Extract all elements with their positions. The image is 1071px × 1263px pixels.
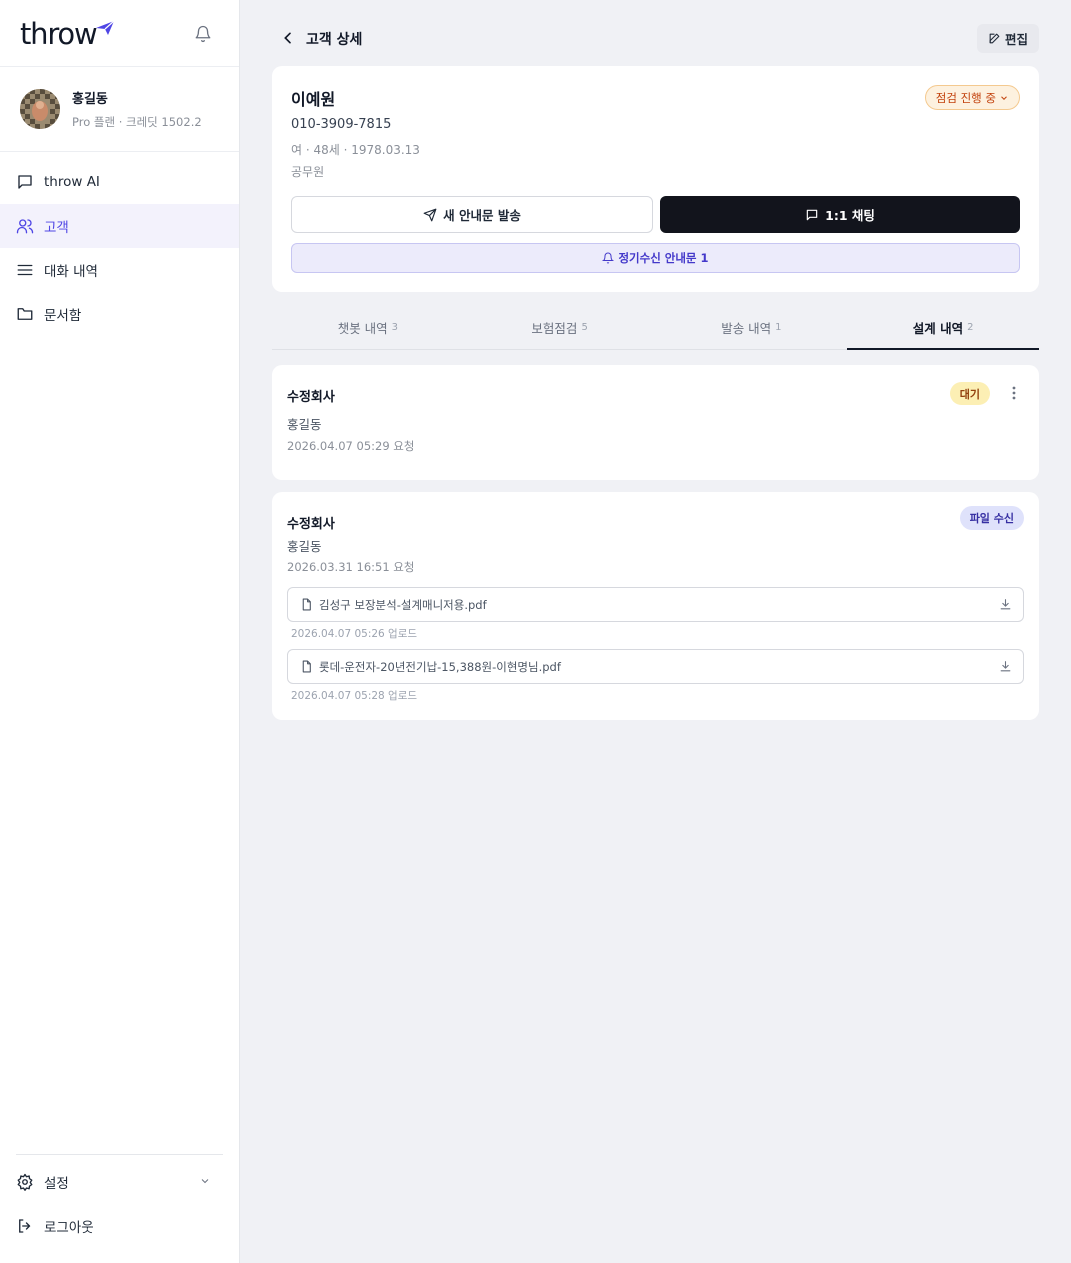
file-row[interactable]: 김성구 보장분석-설계매니저용.pdf — [287, 587, 1024, 622]
sidebar: throw 홍길동 Pro 플랜 · 크레딧 1502.2 throw AI 고… — [0, 0, 240, 1263]
customer-job: 공무원 — [291, 165, 325, 179]
sidebar-item-throw-ai[interactable]: throw AI — [0, 160, 239, 204]
file-upload-date: 2026.04.07 05:28 업로드 — [291, 690, 418, 702]
edit-label: 편집 — [1004, 32, 1028, 47]
brand-row: throw — [0, 0, 239, 67]
tab-count: 2 — [967, 322, 974, 333]
chat-icon — [806, 209, 818, 220]
customer-phone: 010-3909-7815 — [291, 117, 392, 132]
back-chevron-icon[interactable] — [280, 30, 296, 46]
status-label: 점검 진행 중 — [935, 90, 996, 105]
chevron-down-icon — [1001, 95, 1007, 100]
logo[interactable]: throw — [20, 17, 98, 51]
more-menu-icon[interactable] — [1012, 386, 1016, 400]
chevron-down-icon — [201, 1179, 209, 1184]
tab-label: 챗봇 내역 — [337, 321, 388, 336]
customer-card: 이예원 점검 진행 중 010-3909-7815 여 · 48세 · 1978… — [272, 66, 1039, 292]
design-requester: 홍길동 — [287, 539, 322, 554]
tab-label: 발송 내역 — [721, 321, 772, 336]
logout-label: 로그아웃 — [44, 1220, 94, 1236]
sidebar-item-label: 문서함 — [44, 308, 82, 324]
status-dropdown[interactable]: 점검 진행 중 — [924, 85, 1020, 110]
tab-sent[interactable]: 발송 내역 1 — [656, 306, 848, 349]
regular-notice-button[interactable]: 정기수신 안내문 1 — [291, 243, 1020, 273]
folder-icon — [17, 308, 33, 320]
send-icon — [423, 208, 437, 221]
edit-button[interactable]: 편집 — [977, 24, 1039, 53]
tab-insurance-check[interactable]: 보험점검 5 — [464, 306, 656, 349]
tab-count: 5 — [581, 322, 588, 333]
profile-name: 홍길동 — [72, 92, 108, 107]
profile[interactable] — [0, 67, 239, 152]
tab-label: 보험점검 — [531, 321, 578, 336]
sidebar-item-documents[interactable]: 문서함 — [0, 292, 239, 336]
profile-plan: Pro 플랜 · 크레딧 1502.2 — [72, 115, 202, 129]
tab-bar: 챗봇 내역 3 보험점검 5 발송 내역 1 설계 내역 2 — [272, 306, 1039, 350]
file-upload-date: 2026.04.07 05:26 업로드 — [291, 628, 418, 640]
bell-icon[interactable] — [194, 25, 212, 43]
sidebar-item-label: 대화 내역 — [44, 264, 98, 280]
design-card[interactable]: 수정회사 파일 수신 홍길동 2026.03.31 16:51 요청 김성구 보… — [272, 492, 1039, 720]
tab-label: 설계 내역 — [912, 321, 964, 336]
chat-icon — [18, 175, 32, 189]
chat-label: 1:1 채팅 — [825, 208, 875, 223]
logo-arrow-icon — [96, 20, 115, 35]
tab-count: 3 — [391, 322, 399, 333]
gear-icon — [17, 1173, 33, 1191]
send-notice-button[interactable]: 새 안내문 발송 — [291, 196, 653, 233]
page-title: 고객 상세 — [306, 32, 363, 48]
users-icon — [16, 219, 34, 234]
file-name: 김성구 보장분석-설계매니저용.pdf — [319, 597, 487, 612]
status-badge: 대기 — [949, 382, 990, 405]
tab-designs[interactable]: 설계 내역 2 — [847, 306, 1039, 350]
design-request-date: 2026.03.31 16:51 요청 — [287, 560, 415, 574]
edit-icon — [989, 33, 1000, 44]
customer-info: 여 · 48세 · 1978.03.13 — [291, 143, 420, 157]
avatar — [20, 89, 60, 129]
download-icon[interactable] — [999, 598, 1012, 611]
settings-label: 설정 — [44, 1176, 69, 1192]
design-request-date: 2026.04.07 05:29 요청 — [287, 439, 415, 453]
design-title: 수정회사 — [287, 517, 335, 532]
sidebar-item-customers[interactable]: 고객 — [0, 204, 239, 248]
customer-name: 이예원 — [291, 90, 336, 109]
design-title: 수정회사 — [287, 390, 335, 405]
divider — [16, 1154, 223, 1155]
logout-item[interactable]: 로그아웃 — [0, 1204, 239, 1248]
design-requester: 홍길동 — [287, 417, 322, 432]
tab-chatbot[interactable]: 챗봇 내역 3 — [272, 306, 464, 349]
sidebar-bottom: 설정 로그아웃 — [0, 1154, 239, 1248]
sidebar-nav: throw AI 고객 대화 내역 문서함 — [0, 160, 239, 336]
sidebar-item-label: 고객 — [44, 220, 69, 236]
sidebar-item-label: throw AI — [44, 174, 100, 190]
chat-button[interactable]: 1:1 채팅 — [660, 196, 1020, 233]
tab-count: 1 — [775, 322, 782, 333]
file-icon — [302, 598, 311, 611]
bell-icon — [602, 252, 615, 264]
file-row[interactable]: 롯데-운전자-20년전기납-15,388원-이현명님.pdf — [287, 649, 1024, 684]
list-icon — [17, 264, 33, 276]
settings-item[interactable]: 설정 — [0, 1160, 239, 1204]
status-badge: 파일 수신 — [959, 506, 1024, 530]
download-icon[interactable] — [999, 660, 1012, 673]
design-card[interactable]: 수정회사 대기 홍길동 2026.04.07 05:29 요청 — [272, 365, 1039, 480]
send-notice-label: 새 안내문 발송 — [443, 208, 521, 223]
regular-notice-label: 정기수신 안내문 1 — [618, 251, 709, 265]
logout-icon — [19, 1219, 31, 1233]
file-icon — [302, 660, 311, 673]
file-name: 롯데-운전자-20년전기납-15,388원-이현명님.pdf — [319, 659, 561, 674]
sidebar-item-conversations[interactable]: 대화 내역 — [0, 248, 239, 292]
